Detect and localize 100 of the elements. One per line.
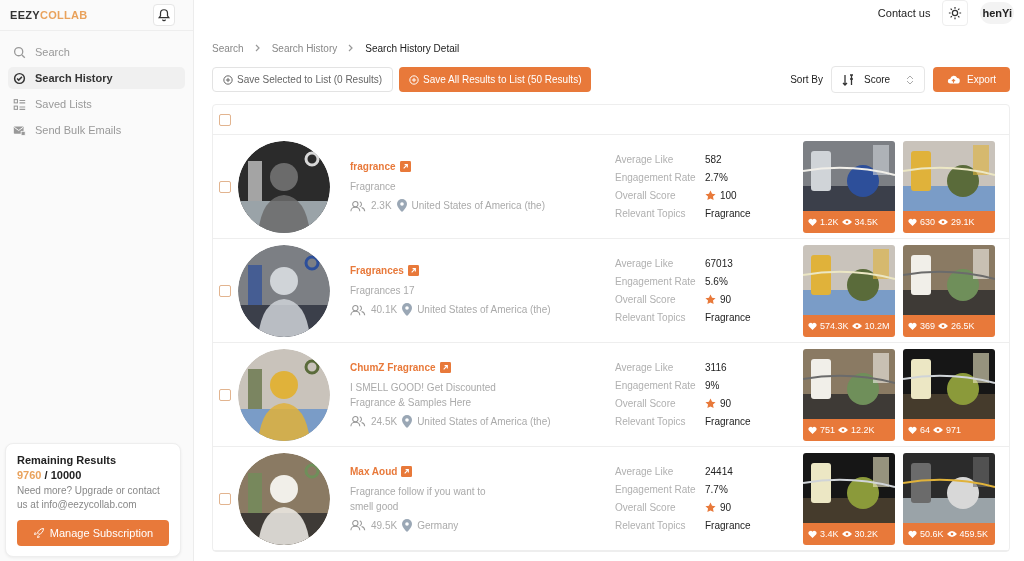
- metric-label: Average Like: [615, 362, 675, 373]
- like-count: 50.6K: [920, 528, 944, 539]
- row-checkbox[interactable]: [219, 180, 231, 193]
- nav-item[interactable]: Send Bulk Emails: [8, 119, 185, 141]
- heart-icon: [808, 217, 817, 226]
- video-card[interactable]: 751 12.2K: [803, 348, 895, 441]
- breadcrumb-link[interactable]: Search History: [271, 42, 338, 54]
- nav-item[interactable]: Saved Lists: [8, 93, 185, 115]
- manage-subscription-button[interactable]: Manage Subscription: [17, 520, 169, 546]
- save-selected-button[interactable]: Save Selected to List (0 Results): [212, 67, 394, 92]
- updown-icon: [906, 74, 915, 85]
- metric-value: Fragrance: [705, 208, 752, 219]
- row-checkbox[interactable]: [219, 492, 231, 505]
- location-pin-icon: [396, 199, 407, 212]
- logo-text: COLLAB: [39, 9, 88, 21]
- nav-item[interactable]: Search: [8, 41, 185, 63]
- metric-value: 582: [705, 154, 723, 165]
- video-card[interactable]: 3.4K 30.2K: [803, 452, 895, 545]
- chevron-icon: [253, 44, 262, 52]
- view-count: 29.1K: [951, 216, 975, 227]
- metric-value: 67013: [705, 258, 734, 269]
- creator-bio: Fragrance follow if you want to smell good: [350, 484, 487, 514]
- like-count: 369: [920, 320, 936, 331]
- creator-bio: I SMELL GOOD! Get Discounted Fragrance & Samples Here: [350, 380, 497, 410]
- view-count: 26.5K: [951, 320, 975, 331]
- video-card[interactable]: 630 29.1K: [903, 140, 995, 233]
- video-card[interactable]: 574.3K 10.2M: [803, 244, 895, 337]
- rocket-icon: [32, 527, 45, 539]
- select-all-checkbox[interactable]: [219, 113, 231, 126]
- metric-value: 5.6%: [705, 276, 729, 287]
- used-count: 9760: [17, 469, 42, 481]
- user-name[interactable]: henYi: [980, 2, 1014, 24]
- metric-value: Fragrance: [705, 416, 752, 427]
- metric-value: 9%: [705, 380, 721, 391]
- metric-label: Overall Score: [615, 398, 677, 409]
- sort-icon: [841, 73, 854, 86]
- heart-icon: [808, 425, 817, 434]
- plus-circle-icon: [409, 74, 420, 85]
- heart-icon: [908, 425, 917, 434]
- plus-circle-icon: [223, 74, 233, 85]
- follower-count: 40.1K: [371, 304, 398, 315]
- eye-icon: [938, 217, 949, 226]
- metric-label: Relevant Topics: [615, 416, 687, 427]
- export-button[interactable]: Export: [933, 67, 1010, 92]
- metric-label: Relevant Topics: [615, 312, 687, 323]
- view-count: 12.2K: [851, 424, 875, 435]
- location-pin-icon: [402, 518, 413, 532]
- creator-name-link[interactable]: ChumZ Fragrance: [350, 361, 436, 373]
- row-checkbox[interactable]: [219, 284, 231, 297]
- metric-label: Overall Score: [615, 502, 677, 513]
- view-count: 10.2M: [864, 320, 890, 331]
- metric-value: 3116: [705, 362, 728, 373]
- creator-name-link[interactable]: fragrance: [350, 161, 396, 172]
- row-checkbox[interactable]: [219, 388, 231, 401]
- eye-icon: [841, 217, 852, 226]
- location-text: Germany: [417, 519, 459, 531]
- creator-name-link[interactable]: Max Aoud: [350, 465, 398, 477]
- video-card[interactable]: 369 26.5K: [903, 244, 995, 337]
- users-icon: [350, 199, 366, 212]
- follower-count: 24.5K: [371, 415, 398, 427]
- eye-icon: [938, 321, 949, 330]
- external-link-icon[interactable]: [439, 361, 451, 373]
- like-count: 1.2K: [820, 216, 839, 227]
- history-icon: [13, 71, 26, 85]
- breadcrumb-link[interactable]: Search History Detail: [365, 42, 460, 54]
- creator-name-link[interactable]: Fragrances: [350, 265, 404, 276]
- contact-link[interactable]: Contact us: [877, 7, 931, 19]
- video-card[interactable]: 64 971: [903, 348, 995, 441]
- save-all-button[interactable]: Save All Results to List (50 Results): [399, 67, 592, 92]
- metric-value: Fragrance: [705, 520, 752, 531]
- like-count: 751: [820, 424, 836, 435]
- score-value: 100: [720, 190, 737, 201]
- theme-toggle-button[interactable]: [942, 0, 969, 26]
- breadcrumb-link[interactable]: Search: [212, 42, 244, 54]
- view-count: 30.2K: [854, 528, 879, 539]
- total-count: / 10000: [44, 469, 82, 481]
- external-link-icon[interactable]: [401, 465, 413, 477]
- heart-icon: [908, 217, 917, 226]
- location-text: United States of America (the): [417, 304, 551, 315]
- quota-title: Remaining Results: [17, 454, 118, 466]
- metric-label: Engagement Rate: [615, 484, 697, 495]
- metric-label: Average Like: [615, 154, 675, 165]
- eye-icon: [838, 425, 849, 434]
- eye-icon: [933, 425, 943, 434]
- follower-count: 2.3K: [371, 200, 392, 211]
- sun-icon: [948, 6, 963, 20]
- score-value: 90: [720, 398, 732, 409]
- video-card[interactable]: 50.6K 459.5K: [903, 452, 995, 545]
- eye-icon: [946, 529, 957, 538]
- sort-select[interactable]: Score: [830, 66, 926, 93]
- cloud-upload-icon: [947, 74, 961, 85]
- external-link-icon[interactable]: [399, 161, 411, 172]
- video-card[interactable]: 1.2K 34.5K: [803, 140, 895, 233]
- external-link-icon[interactable]: [407, 265, 419, 276]
- like-count: 574.3K: [820, 320, 849, 331]
- heart-icon: [908, 321, 917, 330]
- nav-item[interactable]: Search History: [8, 67, 185, 89]
- location-pin-icon: [402, 414, 413, 428]
- notifications-button[interactable]: [153, 4, 175, 26]
- eye-icon: [841, 529, 852, 538]
